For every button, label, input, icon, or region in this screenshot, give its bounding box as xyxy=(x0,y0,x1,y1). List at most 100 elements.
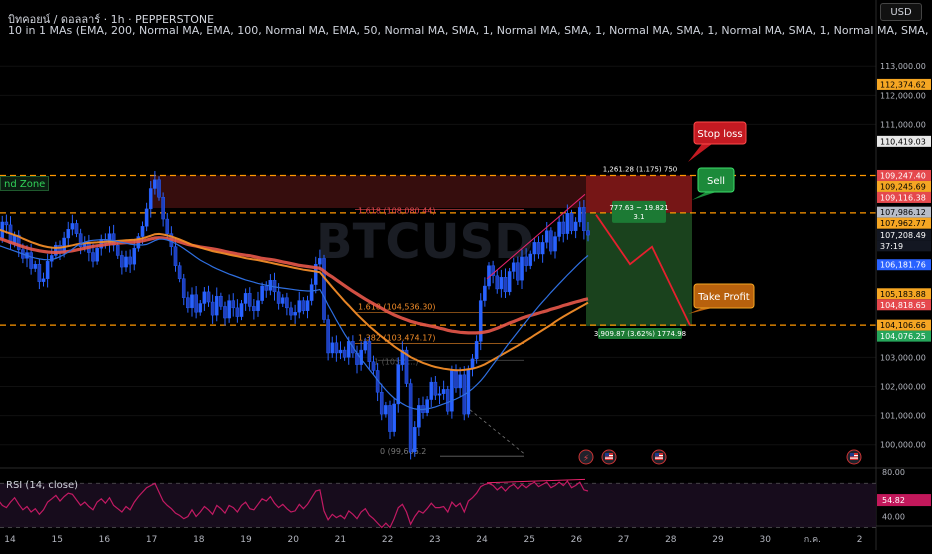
countdown-label: 37:19 xyxy=(880,242,903,251)
price-tick-label: 101,000.00 xyxy=(880,412,926,421)
watermark: BTCUSD xyxy=(316,214,534,270)
candle xyxy=(437,393,442,396)
candle xyxy=(528,253,533,266)
price-tick-label: 112,000.00 xyxy=(880,91,926,100)
candle xyxy=(49,255,54,262)
candle xyxy=(70,223,75,230)
candle xyxy=(37,263,42,282)
time-tick-label: 24 xyxy=(476,535,488,545)
candle xyxy=(297,300,302,313)
time-tick-label: 16 xyxy=(99,535,111,545)
candle xyxy=(569,213,574,231)
time-tick-label: 23 xyxy=(429,535,440,545)
fib-label: 0 (99,606.2 xyxy=(380,447,426,456)
candle xyxy=(483,285,487,301)
candle xyxy=(346,341,351,358)
price-tick-label: 100,000.00 xyxy=(880,441,926,450)
take-profit-zone xyxy=(586,212,692,327)
candle xyxy=(41,278,46,282)
rsi-current-label: 54.82 xyxy=(882,496,905,505)
candle xyxy=(544,230,549,243)
rsi-label: RSI (14, close) xyxy=(6,480,78,491)
candle xyxy=(29,252,33,269)
fib-label: 1.618 (104,536.30) xyxy=(358,303,436,312)
candle xyxy=(507,271,512,293)
candle xyxy=(165,218,170,234)
candle xyxy=(458,374,462,389)
candle xyxy=(454,370,458,389)
candle xyxy=(190,294,194,309)
candle xyxy=(293,312,297,316)
time-tick-label: 27 xyxy=(618,535,629,545)
candle xyxy=(322,258,326,320)
us-flag-icon xyxy=(601,449,617,465)
candle xyxy=(285,297,289,309)
candle xyxy=(4,221,9,226)
time-tick-label: 28 xyxy=(665,535,677,545)
price-tag-label: 104,818.65 xyxy=(880,301,926,310)
candle xyxy=(305,300,310,311)
candle xyxy=(161,197,165,220)
candle xyxy=(417,405,421,428)
candle xyxy=(586,230,590,236)
zone-label: nd Zone xyxy=(0,176,50,191)
candle xyxy=(334,342,339,354)
candle xyxy=(120,255,124,268)
time-tick-label: 15 xyxy=(51,535,62,545)
us-flag-icon xyxy=(846,449,862,465)
chart-area[interactable]: BTCUSD 1.618 (108,080.44) 1.618 (104,536.3… xyxy=(0,0,932,550)
rsi-band xyxy=(0,483,876,528)
candle xyxy=(173,246,178,266)
price-tag-label: 109,245.69 xyxy=(880,182,926,191)
price-tag-label: 109,247.40 xyxy=(880,171,926,180)
candle xyxy=(66,229,71,239)
candle xyxy=(140,226,145,237)
price-tag-label: 107,986.12 xyxy=(880,208,926,217)
candle xyxy=(540,242,545,255)
candle xyxy=(219,296,223,307)
candle xyxy=(227,300,231,319)
time-tick-label: 17 xyxy=(146,535,157,545)
candle xyxy=(384,405,388,415)
take-profit-callout-label: Take Profit xyxy=(697,292,750,303)
candle xyxy=(450,370,454,412)
candle xyxy=(478,300,483,342)
position-stop-label: 1,261.28 (1.175) 750 xyxy=(603,165,677,173)
candle xyxy=(132,247,137,265)
candle xyxy=(235,307,240,317)
candle xyxy=(536,242,541,255)
candle xyxy=(516,262,520,281)
candle xyxy=(157,179,161,198)
price-tick-label: 103,000.00 xyxy=(880,353,926,362)
currency-button[interactable]: USD xyxy=(880,3,922,21)
candle xyxy=(239,303,244,317)
candle xyxy=(153,179,157,189)
candle xyxy=(95,247,99,262)
time-tick-label: 25 xyxy=(523,535,534,545)
candle xyxy=(289,307,293,316)
candle xyxy=(45,261,50,279)
candle xyxy=(214,296,219,316)
candle xyxy=(330,342,335,354)
indicator-legend[interactable]: 10 in 1 MAs (EMA, 200, Normal MA, EMA, 1… xyxy=(8,24,932,37)
candle xyxy=(124,256,128,268)
candle xyxy=(388,405,392,432)
candle xyxy=(33,263,38,269)
candle xyxy=(412,427,417,453)
candle xyxy=(396,364,401,405)
candle xyxy=(503,277,508,293)
candle xyxy=(511,262,516,272)
candle xyxy=(371,361,376,371)
candle xyxy=(276,291,281,304)
position-target-label: 3,909.87 (3.62%) 1774.98 xyxy=(594,330,686,338)
candle xyxy=(408,383,413,453)
candle xyxy=(243,293,248,304)
candle xyxy=(532,242,537,255)
svg-text:⚡: ⚡ xyxy=(583,454,589,464)
price-chart[interactable]: BTCUSD1.618 (108,080.44) 1.618 (104,536.3… xyxy=(0,0,932,550)
time-tick-label: 21 xyxy=(335,535,346,545)
position-rr-label: 777.63 ~ 19.821 xyxy=(609,204,668,212)
price-tag-label: 112,374.62 xyxy=(880,80,926,89)
candle xyxy=(392,403,396,432)
us-flag-icon xyxy=(651,449,667,465)
